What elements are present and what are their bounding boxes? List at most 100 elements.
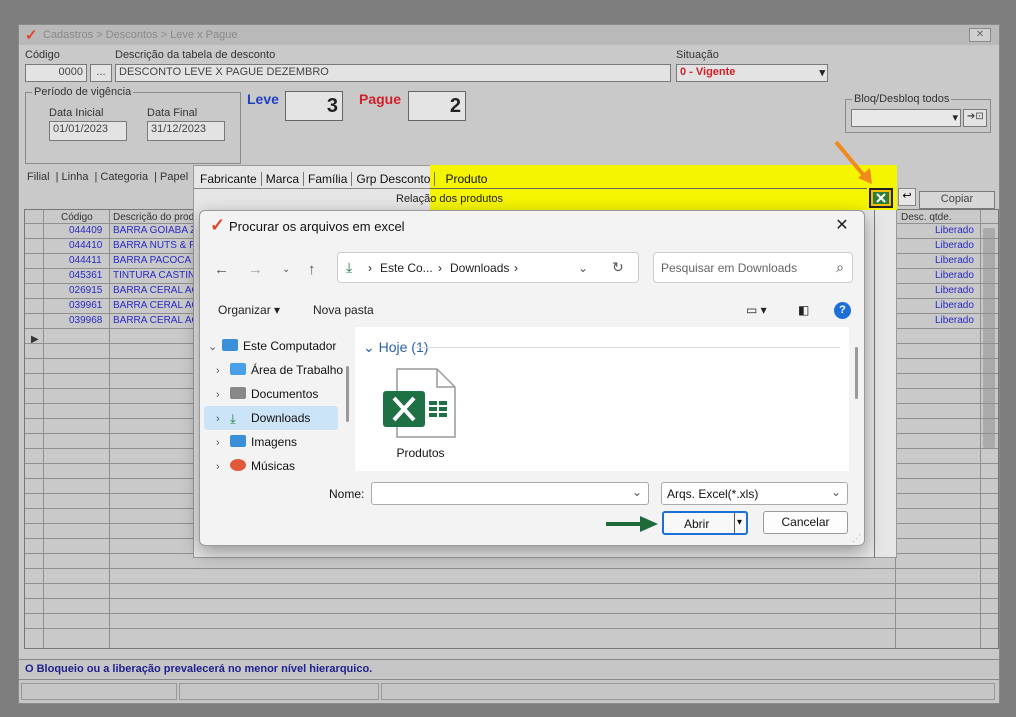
app-logo-icon: ✓ (25, 27, 38, 44)
abrir-dropdown-icon[interactable]: ▾ (734, 513, 742, 533)
periodo-label: Período de vigência (32, 86, 134, 98)
table-row-status[interactable]: Liberado (935, 225, 974, 236)
copiar-button[interactable]: Copiar (919, 191, 995, 209)
address-segment-downloads[interactable]: Downloads (450, 261, 509, 275)
close-window-button[interactable]: ✕ (969, 28, 991, 42)
codigo-lookup-button[interactable]: ... (90, 64, 112, 82)
nav-item-area-de-trabalho[interactable]: › Área de Trabalho (216, 363, 343, 377)
grid-row-line (25, 598, 998, 599)
tab-fabricante[interactable]: Fabricante (196, 172, 262, 186)
table-row-status[interactable]: Liberado (935, 240, 974, 251)
desktop-icon (230, 363, 246, 375)
tab-produto[interactable]: Produto (441, 172, 491, 186)
pague-label: Pague (359, 91, 402, 107)
dialog-close-button[interactable]: ✕ (830, 215, 854, 235)
excel-file-icon (383, 368, 456, 438)
table-row-descricao[interactable]: BARRA NUTS & F (113, 240, 195, 251)
table-row-status[interactable]: Liberado (935, 300, 974, 311)
resize-grip-icon[interactable]: ⋰ (852, 533, 861, 544)
address-segment-computer[interactable]: Este Co... (380, 261, 433, 275)
bloq-label: Bloq/Desbloq todos (852, 93, 952, 105)
table-row-descricao[interactable]: TINTURA CASTIN (113, 270, 195, 281)
documents-icon (230, 387, 246, 399)
leve-field[interactable]: 3 (285, 91, 343, 121)
nav-item-downloads[interactable]: › ⤓ Downloads (216, 411, 311, 426)
tab-grp-desconto[interactable]: Grp Desconto (352, 172, 436, 186)
table-row-status[interactable]: Liberado (935, 270, 974, 281)
table-row-codigo[interactable]: 044411 (69, 255, 102, 266)
help-icon[interactable]: ? (834, 302, 851, 319)
undo-icon[interactable]: ↩ (898, 188, 916, 206)
tab-linha[interactable]: Linha (62, 171, 89, 183)
cancelar-button[interactable]: Cancelar (763, 511, 848, 534)
address-bar[interactable]: ⤓ › Este Co... › Downloads › ⌄ ↻ (337, 252, 639, 283)
table-row-descricao[interactable]: BARRA CERAL AC (113, 315, 199, 326)
file-type-select[interactable]: Arqs. Excel(*.xls) ⌄ (661, 482, 848, 505)
table-row-descricao[interactable]: BARRA CERAL AC (113, 300, 199, 311)
pague-field[interactable]: 2 (408, 91, 466, 121)
grid-scrollbar[interactable] (983, 228, 995, 448)
preview-pane-icon[interactable]: ◧ (798, 303, 809, 317)
table-row-codigo[interactable]: 026915 (69, 285, 102, 296)
descricao-field[interactable]: DESCONTO LEVE X PAGUE DEZEMBRO (115, 64, 671, 82)
chevron-down-icon: ⌄ (363, 339, 375, 355)
table-row-status[interactable]: Liberado (935, 315, 974, 326)
data-inicial-field[interactable]: 01/01/2023 (49, 121, 127, 141)
nova-pasta-button[interactable]: Nova pasta (313, 303, 374, 317)
table-row-codigo[interactable]: 044409 (69, 225, 102, 236)
grid-column-line (980, 210, 981, 648)
table-row-codigo[interactable]: 045361 (69, 270, 102, 281)
nav-item-imagens[interactable]: › Imagens (216, 435, 297, 449)
tab-filial[interactable]: Filial (27, 171, 50, 183)
chevron-right-icon: › (216, 413, 220, 425)
view-options-icon[interactable]: ▭ ▾ (746, 303, 767, 317)
table-row-status[interactable]: Liberado (935, 255, 974, 266)
status-panel-1 (21, 683, 177, 700)
grid-column-line (109, 210, 110, 648)
search-input[interactable]: Pesquisar em Downloads ⌕ (653, 252, 853, 283)
content-scrollbar[interactable] (855, 347, 858, 399)
window-breadcrumb: Cadastros > Descontos > Leve x Pague (43, 29, 238, 41)
apply-bloq-button[interactable]: ➔⊡ (963, 109, 987, 127)
table-row-codigo[interactable]: 039961 (69, 300, 102, 311)
nav-label: Downloads (251, 411, 311, 425)
table-row-codigo[interactable]: 044410 (69, 240, 102, 251)
table-row-codigo[interactable]: 039968 (69, 315, 102, 326)
tab-categoria[interactable]: Categoria (100, 171, 148, 183)
tab-papel[interactable]: Papel (160, 171, 188, 183)
nav-item-documentos[interactable]: › Documentos (216, 387, 318, 401)
codigo-field[interactable]: 0000 (25, 64, 87, 82)
organizar-button[interactable]: Organizar ▾ (218, 303, 280, 317)
up-arrow-icon[interactable]: ↑ (308, 261, 316, 278)
descricao-label: Descrição da tabela de desconto (115, 49, 276, 61)
refresh-icon[interactable]: ↻ (612, 259, 624, 276)
table-row-descricao[interactable]: BARRA CERAL AC (113, 285, 199, 296)
status-bar (19, 679, 999, 703)
grid-row-line (25, 583, 998, 584)
back-arrow-icon[interactable]: ← (214, 261, 229, 278)
situacao-label: Situação (676, 49, 719, 61)
file-item-produtos[interactable]: Produtos (383, 367, 458, 460)
situacao-select[interactable]: 0 - Vigente ▾ (676, 64, 828, 82)
abrir-button[interactable]: Abrir ▾ (662, 511, 748, 535)
table-row-status[interactable]: Liberado (935, 285, 974, 296)
table-row-descricao[interactable]: BARRA GOIABA Z (113, 225, 196, 236)
table-row-descricao[interactable]: BARRA PACOCA I (113, 255, 196, 266)
window-titlebar: ✓ Cadastros > Descontos > Leve x Pague ✕ (19, 25, 999, 45)
tab-marca[interactable]: Marca (262, 172, 305, 186)
forward-arrow-icon[interactable]: → (248, 261, 263, 278)
nav-item-musicas[interactable]: › Músicas (216, 459, 295, 473)
address-dropdown-chevron-icon[interactable]: ⌄ (578, 261, 588, 275)
nav-scrollbar[interactable] (346, 366, 349, 422)
tab-familia[interactable]: Família (304, 172, 353, 186)
chevron-right-icon: › (514, 261, 518, 275)
nav-item-este-computador[interactable]: ⌄ Este Computador (208, 339, 336, 353)
file-name-input[interactable]: ⌄ (371, 482, 649, 505)
product-tabs: Fabricante Marca Família Grp Desconto Produt… (196, 172, 491, 186)
excel-import-button[interactable] (869, 188, 893, 208)
chevron-down-icon: ⌄ (208, 341, 218, 353)
data-final-field[interactable]: 31/12/2023 (147, 121, 225, 141)
recent-locations-chevron-icon[interactable]: ⌄ (282, 264, 290, 275)
bloq-select[interactable]: ▾ (851, 109, 961, 127)
grid-row-line (25, 613, 998, 614)
